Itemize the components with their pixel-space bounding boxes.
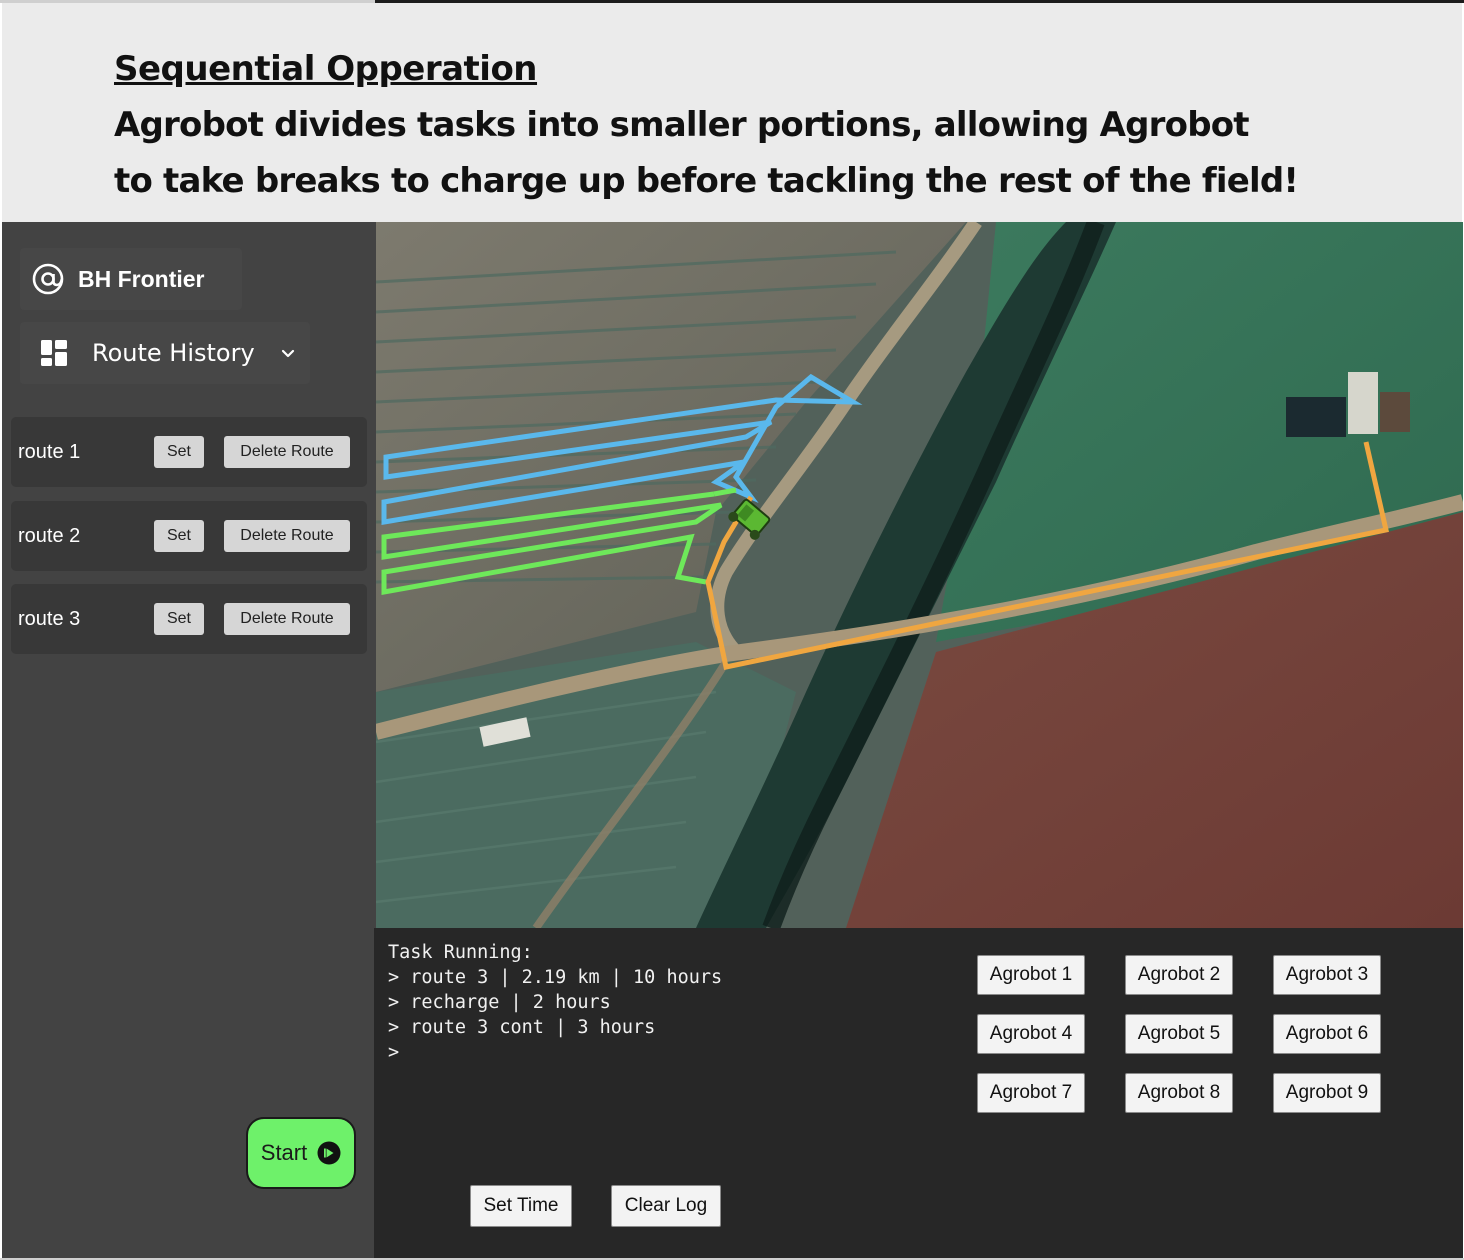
agrobot-1-button[interactable]: Agrobot 1 [977,955,1085,995]
agrobot-6-button[interactable]: Agrobot 6 [1273,1014,1381,1054]
log-line: > recharge | 2 hours [388,992,611,1013]
set-route-button[interactable]: Set [154,436,204,468]
delete-route-button[interactable]: Delete Route [224,436,350,468]
log-line: > route 3 cont | 3 hours [388,1017,656,1038]
delete-route-button[interactable]: Delete Route [224,520,350,552]
route-history-dropdown[interactable]: Route History [20,322,310,384]
agrobot-5-button[interactable]: Agrobot 5 [1125,1014,1233,1054]
set-route-button[interactable]: Set [154,520,204,552]
agrobot-8-button[interactable]: Agrobot 8 [1125,1073,1233,1113]
route-row: route 2 Set Delete Route [11,501,367,571]
route-name: route 1 [18,441,81,463]
clear-log-button[interactable]: Clear Log [611,1185,721,1227]
chevron-down-icon [279,344,297,362]
agrobot-4-button[interactable]: Agrobot 4 [977,1014,1085,1054]
delete-route-button[interactable]: Delete Route [224,603,350,635]
console-panel: Task Running: > route 3 | 2.19 km | 10 ho… [374,928,1463,1258]
log-line: > route 3 | 2.19 km | 10 hours [388,967,723,988]
brand[interactable]: BH Frontier [20,248,242,310]
log-line: Task Running: [388,942,533,963]
at-sign-icon [32,263,64,295]
route-row: route 1 Set Delete Route [11,417,367,487]
route-row: route 3 Set Delete Route [11,584,367,654]
agrobot-3-button[interactable]: Agrobot 3 [1273,955,1381,995]
route-history-label: Route History [92,339,255,367]
set-time-button[interactable]: Set Time [470,1185,572,1227]
set-route-button[interactable]: Set [154,603,204,635]
caption-title: Sequential Opperation [114,49,538,89]
agrobot-9-button[interactable]: Agrobot 9 [1273,1073,1381,1113]
dashboard-grid-icon [40,339,68,367]
start-label: Start [260,1140,308,1165]
sidebar: BH Frontier Route History route 1 Set De… [2,222,376,1258]
tractor-robot-icon[interactable] [734,498,770,534]
satellite-map[interactable] [376,222,1463,928]
route-name: route 3 [18,608,81,630]
caption-line-2: to take breaks to charge up before tackl… [114,161,1299,201]
start-button[interactable]: Start [246,1117,356,1189]
caption-header: Sequential Opperation Agrobot divides ta… [2,3,1462,222]
play-icon [317,1141,341,1165]
log-line: > [388,1042,400,1063]
route-name: route 2 [18,525,81,547]
task-log: Task Running: > route 3 | 2.19 km | 10 ho… [388,940,722,1065]
caption-line-1: Agrobot divides tasks into smaller porti… [114,105,1250,145]
agrobot-7-button[interactable]: Agrobot 7 [977,1073,1085,1113]
agrobot-2-button[interactable]: Agrobot 2 [1125,955,1233,995]
brand-name: BH Frontier [78,265,205,292]
